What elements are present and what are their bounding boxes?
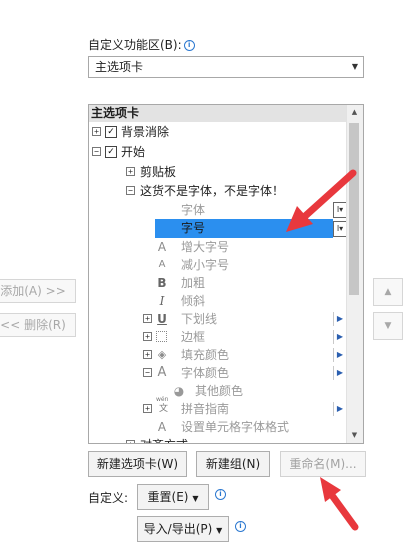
tree-scrollbar[interactable]: ▲ ▼ [346,105,363,443]
expand-icon[interactable]: + [143,314,152,323]
move-up-icon: ▲ [384,287,392,297]
tree-item-bold[interactable]: B 加粗 [89,274,349,292]
ribbon-scope-dropdown[interactable]: 主选项卡 ▼ [88,56,364,78]
font-selector-icon: I▾ [333,202,347,218]
shrink-font-icon: A [158,259,166,270]
scroll-up-icon[interactable]: ▲ [347,105,362,120]
dropdown-arrow-icon: ▼ [192,494,199,503]
font-size-selector-icon: I▾ [333,221,347,237]
info-icon: i [215,489,226,500]
info-icon: i [235,521,246,532]
dropdown-arrow-icon: ▼ [216,526,223,535]
submenu-separator [333,366,334,380]
tree-item-italic[interactable]: I 倾斜 [89,292,349,310]
submenu-separator [333,330,334,344]
tree-item-phonetic[interactable]: + wén 文 拼音指南 ▶ [89,396,349,418]
tree-item-grow-font[interactable]: A 增大字号 [89,238,349,256]
move-down-icon: ▼ [384,321,392,331]
phonetic-char-icon: 文 [159,404,169,414]
expand-icon[interactable]: + [143,332,152,341]
tree-item-start[interactable]: − ✓ 开始 [89,143,349,161]
ribbon-tree-listbox[interactable]: 主选项卡 + ✓ 背景消除 − ✓ 开始 + 剪贴板 − 这货不是字体，不是字体… [88,104,364,444]
borders-icon [156,331,167,342]
fill-bucket-icon: ◈ [157,348,167,361]
annotation-arrow [320,477,359,531]
scroll-thumb[interactable] [349,123,359,295]
tree-item-font-color[interactable]: − A 字体颜色 ▶ [89,364,349,382]
add-button[interactable]: 添加(A) >> [0,279,76,303]
italic-icon: I [159,294,165,308]
info-icon: i [183,40,195,51]
customize-ribbon-label: 自定义功能区(B): i [88,36,195,53]
new-group-button[interactable]: 新建组(N) [196,451,270,477]
import-export-button[interactable]: 导入/导出(P) ▼ [137,516,229,542]
submenu-separator [333,348,334,362]
submenu-arrow-icon: ▶ [336,350,344,359]
submenu-arrow-icon: ▶ [336,314,344,323]
tree-item-font[interactable]: 字体 I▾ [89,201,349,219]
submenu-separator [333,402,334,416]
bold-icon: B [157,276,167,290]
tree-item-borders[interactable]: + 边框 ▶ [89,328,349,346]
tree-item-font-size[interactable]: 字号 I▾ [155,219,349,238]
submenu-arrow-icon: ▶ [336,404,344,413]
collapse-icon[interactable]: − [126,186,135,195]
grow-font-icon: A [157,240,167,254]
color-palette-icon: ◕ [173,384,185,398]
tree-item-custom-group[interactable]: − 这货不是字体，不是字体！ [89,182,349,200]
tree-item-alignment[interactable]: + 对齐方式 [89,436,349,443]
customizations-label: 自定义: [88,491,129,505]
expand-icon[interactable]: + [143,350,152,359]
font-color-icon: A [157,365,167,380]
submenu-separator [333,312,334,326]
remove-button[interactable]: << 删除(R) [0,313,76,337]
tree-item-other-colors[interactable]: ◕ 其他颜色 [89,382,349,400]
checkbox-icon[interactable]: ✓ [105,146,117,158]
expand-icon[interactable]: + [126,440,135,443]
move-up-button[interactable]: ▲ [373,278,403,306]
tree-item-background-removal[interactable]: + ✓ 背景消除 [89,123,349,141]
expand-icon[interactable]: + [143,404,152,413]
submenu-arrow-icon: ▶ [336,332,344,341]
format-cells-icon: A [157,420,167,434]
dropdown-arrow-icon: ▼ [351,62,358,71]
reset-button[interactable]: 重置(E) ▼ [137,484,209,510]
tree-header: 主选项卡 [89,105,351,122]
tree-item-underline[interactable]: + U 下划线 ▶ [89,310,349,328]
collapse-icon[interactable]: − [143,368,152,377]
collapse-icon[interactable]: − [92,147,101,156]
expand-icon[interactable]: + [126,167,135,176]
move-down-button[interactable]: ▼ [373,312,403,340]
tree-item-format-cells-font[interactable]: A 设置单元格字体格式 [89,418,349,436]
expand-icon[interactable]: + [92,127,101,136]
rename-button[interactable]: 重命名(M)... [280,451,366,477]
scroll-down-icon[interactable]: ▼ [347,428,362,443]
checkbox-icon[interactable]: ✓ [105,126,117,138]
new-tab-button[interactable]: 新建选项卡(W) [88,451,187,477]
submenu-arrow-icon: ▶ [336,368,344,377]
underline-icon: U [157,312,167,326]
tree-item-fill-color[interactable]: + ◈ 填充颜色 ▶ [89,346,349,364]
tree-item-shrink-font[interactable]: A 减小字号 [89,256,349,274]
tree-item-clipboard[interactable]: + 剪贴板 [89,163,349,181]
